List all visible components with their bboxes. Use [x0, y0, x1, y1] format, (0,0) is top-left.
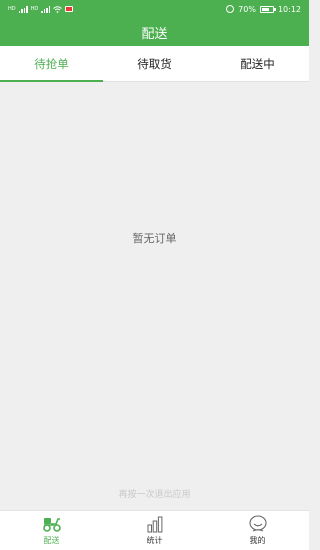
signal-icon-2 — [41, 5, 51, 13]
title-bar: 配送 — [0, 18, 309, 46]
nav-profile[interactable]: 我的 — [206, 511, 309, 550]
hd-icon-2: HD — [30, 6, 39, 12]
status-bar: HD HD 70% 10:12 — [0, 0, 309, 18]
bar-chart-icon — [147, 516, 162, 533]
alarm-icon — [226, 5, 235, 13]
tab-pending-pickup[interactable]: 待取货 — [103, 46, 206, 81]
order-tabs: 待抢单 待取货 配送中 — [0, 46, 309, 82]
app-root: HD HD 70% 10:12 配送 待抢单 待取货 配送中 暂无订单 再按一次… — [0, 0, 309, 550]
tab-label: 待取货 — [137, 56, 172, 71]
profile-icon — [248, 515, 267, 532]
nav-label: 配送 — [43, 536, 60, 545]
hd-icon: HD — [8, 6, 16, 12]
nav-label: 统计 — [146, 536, 163, 545]
scooter-icon — [42, 518, 61, 532]
status-time: 10:12 — [277, 4, 301, 14]
wifi-icon — [53, 5, 63, 13]
battery-fill — [261, 7, 269, 11]
tab-delivering[interactable]: 配送中 — [206, 46, 309, 81]
signal-icon — [18, 5, 28, 13]
nav-delivery[interactable]: 配送 — [0, 511, 103, 550]
tab-pending-grab[interactable]: 待抢单 — [0, 46, 103, 82]
tab-label: 待抢单 — [34, 56, 69, 71]
nav-statistics[interactable]: 统计 — [103, 511, 206, 550]
nav-label: 我的 — [249, 536, 266, 545]
order-list-area[interactable]: 暂无订单 再按一次退出应用 — [0, 82, 309, 510]
tab-label: 配送中 — [240, 56, 275, 71]
notification-icon — [65, 6, 74, 12]
bottom-nav: 配送 统计 我的 — [0, 510, 309, 550]
page-title: 配送 — [141, 26, 168, 42]
battery-icon — [259, 5, 276, 13]
status-left: HD HD — [8, 5, 74, 13]
status-right: 70% 10:12 — [226, 5, 301, 14]
battery-percent: 70% — [238, 4, 256, 14]
exit-toast: 再按一次退出应用 — [118, 490, 191, 500]
empty-state-text: 暂无订单 — [132, 232, 177, 245]
